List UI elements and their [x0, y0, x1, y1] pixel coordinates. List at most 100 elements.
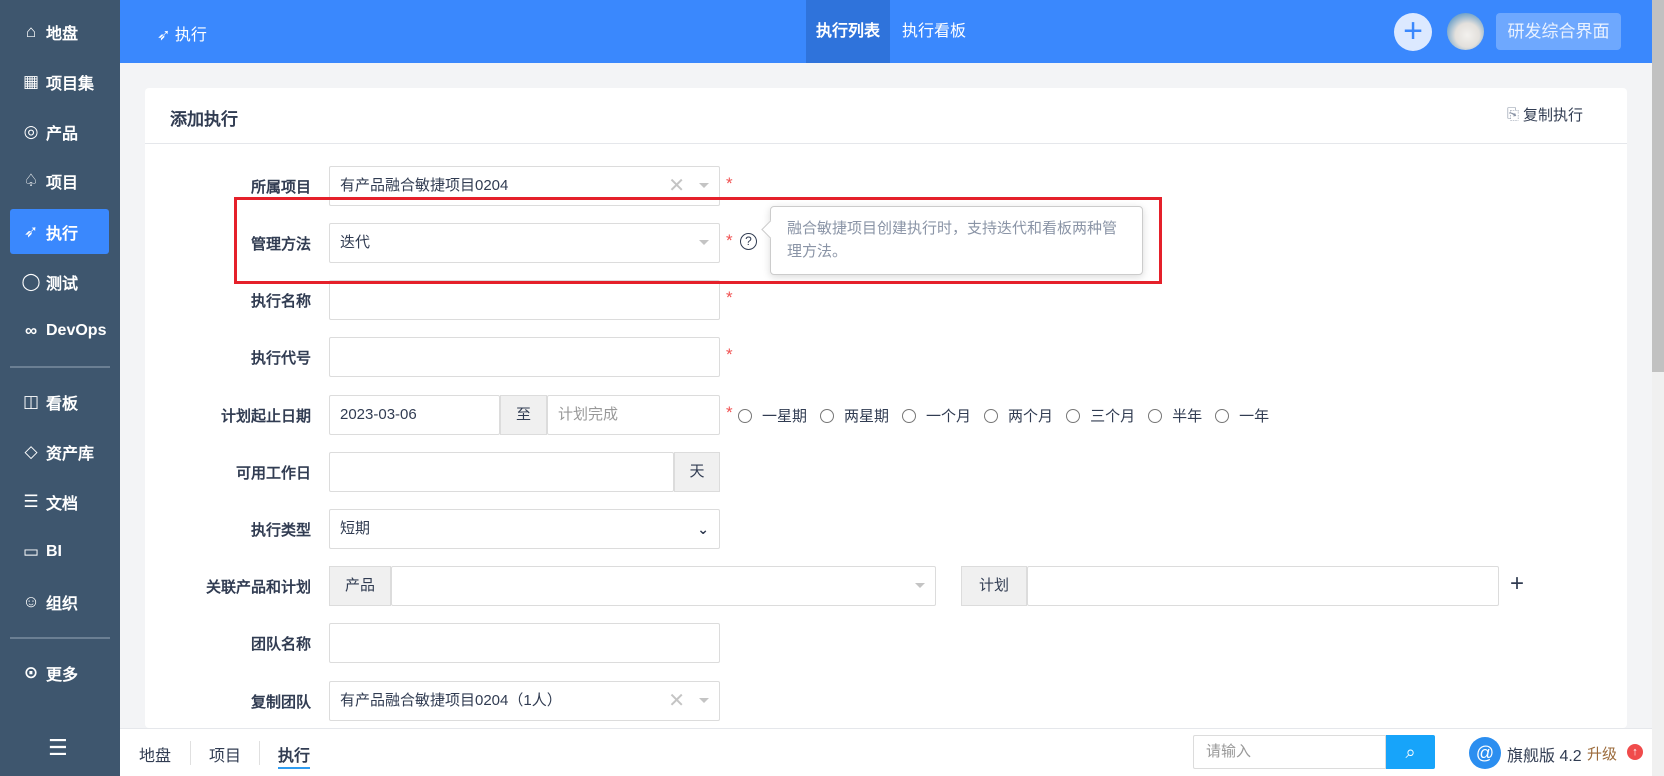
tab-execution-list[interactable]: 执行列表: [806, 0, 891, 63]
radio-one-week[interactable]: 一星期: [738, 405, 807, 426]
avatar[interactable]: [1447, 13, 1484, 50]
copy-execution-button[interactable]: ⎘ 复制执行: [1507, 104, 1583, 125]
chevron-down-icon: [699, 183, 709, 188]
divider: [259, 741, 260, 765]
project-value: 有产品融合敏捷项目0204: [340, 177, 509, 194]
plan-select[interactable]: [1027, 566, 1499, 606]
rocket-icon: ♤: [23, 170, 39, 190]
sidebar-item-doc[interactable]: ☰ 文档: [10, 479, 109, 524]
sidebar-item-test[interactable]: ◯ 测试: [10, 259, 109, 304]
bottom-tab-project[interactable]: 项目: [209, 742, 241, 766]
add-product-plus-icon[interactable]: +: [1510, 570, 1524, 598]
copy-team-label: 复制团队: [250, 694, 311, 711]
execution-name-input[interactable]: [329, 280, 720, 320]
sidebar-item-bi[interactable]: ▭ BI: [10, 529, 109, 574]
zentao-logo-icon: @: [1469, 737, 1501, 769]
radio-two-months[interactable]: 两个月: [984, 405, 1053, 426]
chevron-down-icon: [699, 698, 709, 703]
radio-two-weeks[interactable]: 两星期: [820, 405, 889, 426]
scrollbar-thumb[interactable]: [1652, 0, 1664, 372]
form-row-products: 关联产品和计划 产品 计划 +: [145, 566, 1627, 606]
duration-radio-group: 一星期 两星期 一个月 两个月 三个月 半年 一年: [738, 405, 1282, 427]
execution-type-select[interactable]: 短期 ⌄: [329, 509, 720, 549]
sidebar-item-project[interactable]: ♤ 项目: [10, 158, 109, 203]
test-icon: ◯: [21, 271, 41, 291]
team-label: 团队名称: [250, 636, 311, 653]
more-icon: ⊙: [23, 662, 39, 682]
chevron-down-icon: [915, 583, 925, 588]
type-label: 执行类型: [250, 522, 311, 539]
form-row-type: 执行类型 短期 ⌄: [145, 509, 1627, 549]
divider: [190, 741, 191, 765]
collapse-menu-icon[interactable]: ☰: [48, 735, 68, 761]
required-mark: *: [726, 288, 733, 307]
required-mark: *: [726, 174, 733, 193]
project-label: 所属项目: [250, 179, 311, 196]
team-name-input[interactable]: [329, 623, 720, 663]
radio-one-year[interactable]: 一年: [1215, 405, 1269, 426]
add-execution-card: 添加执行 ⎘ 复制执行 所属项目 有产品融合敏捷项目0204 ✕ * 管理方法 迭代…: [145, 88, 1627, 728]
sidebar-item-execution[interactable]: ➶ 执行: [10, 209, 109, 254]
clear-icon[interactable]: ✕: [668, 682, 685, 720]
run-icon: ➶: [157, 27, 175, 44]
form-row-copy-team: 复制团队 有产品融合敏捷项目0204（1人） ✕: [145, 681, 1627, 721]
form-row-name: 执行名称 *: [145, 280, 1627, 320]
bottom-bar: 地盘 项目 执行 请输入 ⌕ @ 旗舰版 4.2 升级 ↑: [120, 728, 1652, 776]
copy-team-value: 有产品融合敏捷项目0204（1人）: [340, 692, 562, 709]
header-title: ➶ 执行: [157, 27, 207, 44]
form-row-code: 执行代号 *: [145, 337, 1627, 377]
begin-date-input[interactable]: 2023-03-06: [329, 395, 500, 435]
run-icon: ➶: [23, 221, 39, 241]
bottom-tab-dashboard[interactable]: 地盘: [139, 742, 171, 766]
users-icon: ☺: [22, 591, 40, 611]
sidebar-divider: [10, 366, 110, 368]
execution-code-input[interactable]: [329, 337, 720, 377]
search-input[interactable]: 请输入: [1193, 735, 1386, 769]
search-button[interactable]: ⌕: [1386, 735, 1435, 769]
sidebar-item-dashboard[interactable]: ⌂ 地盘: [10, 9, 109, 54]
sidebar-item-org[interactable]: ☺ 组织: [10, 579, 109, 624]
copy-team-select[interactable]: 有产品融合敏捷项目0204（1人） ✕: [329, 681, 720, 721]
required-mark: *: [726, 345, 733, 364]
top-header: ➶ 执行 执行列表 执行看板 + 研发综合界面: [120, 0, 1652, 63]
copy-icon: ⎘: [1507, 106, 1520, 123]
bulb-icon: ◎: [23, 121, 39, 141]
products-label: 关联产品和计划: [205, 579, 311, 596]
sidebar-item-product[interactable]: ◎ 产品: [10, 109, 109, 154]
home-icon: ⌂: [25, 21, 37, 41]
grid-icon: ▦: [22, 71, 40, 91]
to-addon: 至: [500, 395, 547, 435]
product-addon: 产品: [329, 566, 391, 606]
required-mark: *: [726, 403, 733, 422]
sidebar-item-program[interactable]: ▦ 项目集: [10, 59, 109, 104]
create-plus-button[interactable]: +: [1394, 13, 1432, 51]
version-label: 旗舰版 4.2: [1507, 748, 1582, 765]
form-row-team: 团队名称: [145, 623, 1627, 663]
workspace-switch-button[interactable]: 研发综合界面: [1496, 13, 1621, 50]
infinity-icon: ∞: [24, 320, 38, 340]
code-label: 执行代号: [250, 350, 311, 367]
radio-half-year[interactable]: 半年: [1148, 405, 1202, 426]
sidebar-item-more[interactable]: ⊙ 更多: [10, 650, 109, 695]
sidebar-item-kanban[interactable]: ◫ 看板: [10, 379, 109, 424]
upgrade-arrow-icon[interactable]: ↑: [1627, 744, 1643, 760]
chart-icon: ▭: [22, 541, 40, 561]
product-select[interactable]: [391, 566, 936, 606]
bottom-tab-execution[interactable]: 执行: [278, 742, 311, 769]
sidebar-item-devops[interactable]: ∞ DevOps: [10, 308, 109, 353]
tab-execution-kanban[interactable]: 执行看板: [892, 0, 976, 63]
sidebar-item-assets[interactable]: ◇ 资产库: [10, 429, 109, 474]
diamond-icon: ◇: [24, 441, 38, 461]
end-date-input[interactable]: 计划完成: [547, 395, 720, 435]
page-title: 添加执行: [170, 110, 238, 129]
dates-label: 计划起止日期: [220, 408, 311, 425]
available-days-input[interactable]: [329, 452, 674, 492]
sidebar: ⌂ 地盘 ▦ 项目集 ◎ 产品 ♤ 项目 ➶ 执行 ◯ 测试 ∞ DevOps ◫ 看板 ◇ 资产…: [0, 0, 120, 776]
days-unit: 天: [674, 452, 720, 492]
doc-icon: ☰: [23, 491, 39, 511]
form-row-dates: 计划起止日期 2023-03-06 至 计划完成 * 一星期 两星期 一个月 两个月三…: [145, 395, 1627, 435]
upgrade-link[interactable]: 升级: [1587, 743, 1617, 764]
type-value: 短期: [340, 520, 371, 537]
radio-three-months[interactable]: 三个月: [1066, 405, 1135, 426]
radio-one-month[interactable]: 一个月: [902, 405, 971, 426]
